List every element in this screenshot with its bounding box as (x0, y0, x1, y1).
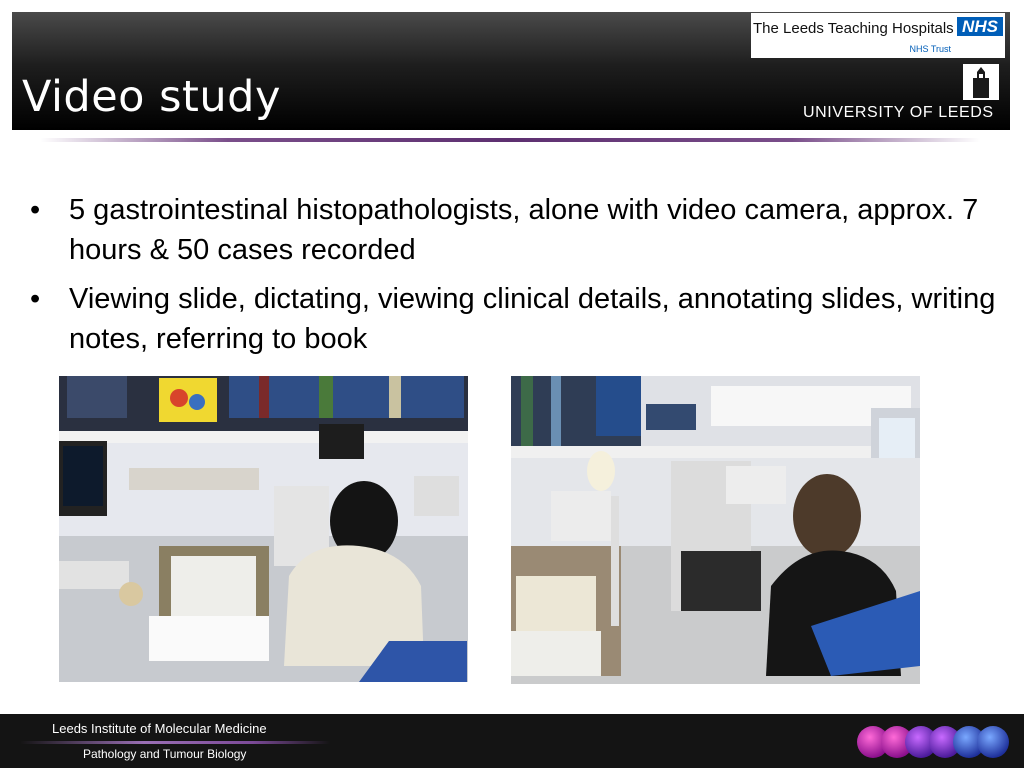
bullet-item: • 5 gastrointestinal histopathologists, … (30, 190, 1005, 270)
header-divider (40, 138, 980, 142)
bullet-text: 5 gastrointestinal histopathologists, al… (69, 194, 979, 266)
footer-department: Pathology and Tumour Biology (83, 747, 247, 761)
bullet-text: Viewing slide, dictating, viewing clinic… (69, 283, 996, 355)
bullet-list: • 5 gastrointestinal histopathologists, … (30, 190, 1005, 368)
photo-pathologist-desk-2 (511, 376, 920, 684)
slide-footer: Leeds Institute of Molecular Medicine Pa… (0, 714, 1024, 768)
nhs-trust-label: NHS Trust (909, 44, 951, 54)
nhs-logo: The Leeds Teaching Hospitals NHS NHS Tru… (751, 13, 1005, 58)
university-crest-icon (963, 64, 999, 100)
photo-pathologist-desk-1 (59, 376, 468, 682)
university-of-leeds-logo-text: UNIVERSITY OF LEEDS (803, 104, 994, 121)
nhs-badge: NHS (957, 17, 1003, 36)
slide-title: Video study (22, 72, 281, 122)
bullet-item: • Viewing slide, dictating, viewing clin… (30, 279, 1005, 359)
bullet-marker: • (30, 194, 41, 226)
footer-divider (20, 741, 330, 744)
bullet-marker: • (30, 283, 41, 315)
cell-spheres-icon (855, 723, 1015, 761)
nhs-trust-name: The Leeds Teaching Hospitals (753, 20, 954, 37)
footer-institute: Leeds Institute of Molecular Medicine (52, 721, 267, 736)
